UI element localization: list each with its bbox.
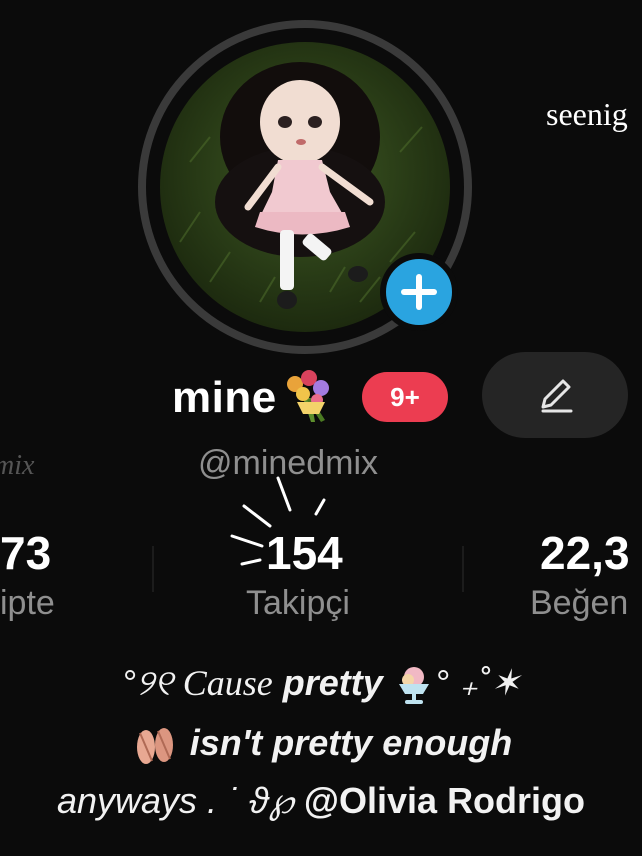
following-count[interactable]: 73 [0,526,51,580]
display-name: mine [172,373,277,422]
ice-cream-sundae-icon [398,667,429,705]
overlay-text-top: seenig [546,96,628,132]
edit-profile-button[interactable] [482,352,628,438]
bio-line-3-text: anyways . ˙ ϑ℘ [56,780,304,821]
bio-bold-word: pretty [272,662,393,703]
notification-badge[interactable]: 9+ [362,372,448,422]
plus-icon [401,274,437,310]
likes-label: Beğen [530,584,629,622]
bio-line-1: °୨୧ Cause pretty ° ₊˚✶ [0,662,642,706]
add-avatar-button[interactable] [380,253,458,331]
followers-label: Takipçi [246,584,350,622]
pencil-icon [541,379,573,413]
following-label: ipte [0,584,55,622]
stat-divider [462,546,464,592]
bio-prefix: °୨୧ [121,662,183,703]
ballet-shoes-icon [136,728,173,765]
overlay-text-left: mix [0,450,35,481]
bio-line-2-text: isn't pretty enough [179,722,513,763]
followers-count[interactable]: 154 [266,526,343,580]
name-row: mine [172,368,335,428]
bio-script-word: Cause [182,663,273,703]
bio-line-3: anyways . ˙ ϑ℘ @Olivia Rodrigo [0,780,642,822]
bio-line-2: isn't pretty enough [0,722,642,767]
likes-count[interactable]: 22,3 [540,526,630,580]
flower-bouquet-icon [286,370,329,422]
bio-suffix: ° ₊˚✶ [434,662,521,703]
bio-mention-link[interactable]: @Olivia Rodrigo [304,780,585,821]
stat-divider [152,546,154,592]
